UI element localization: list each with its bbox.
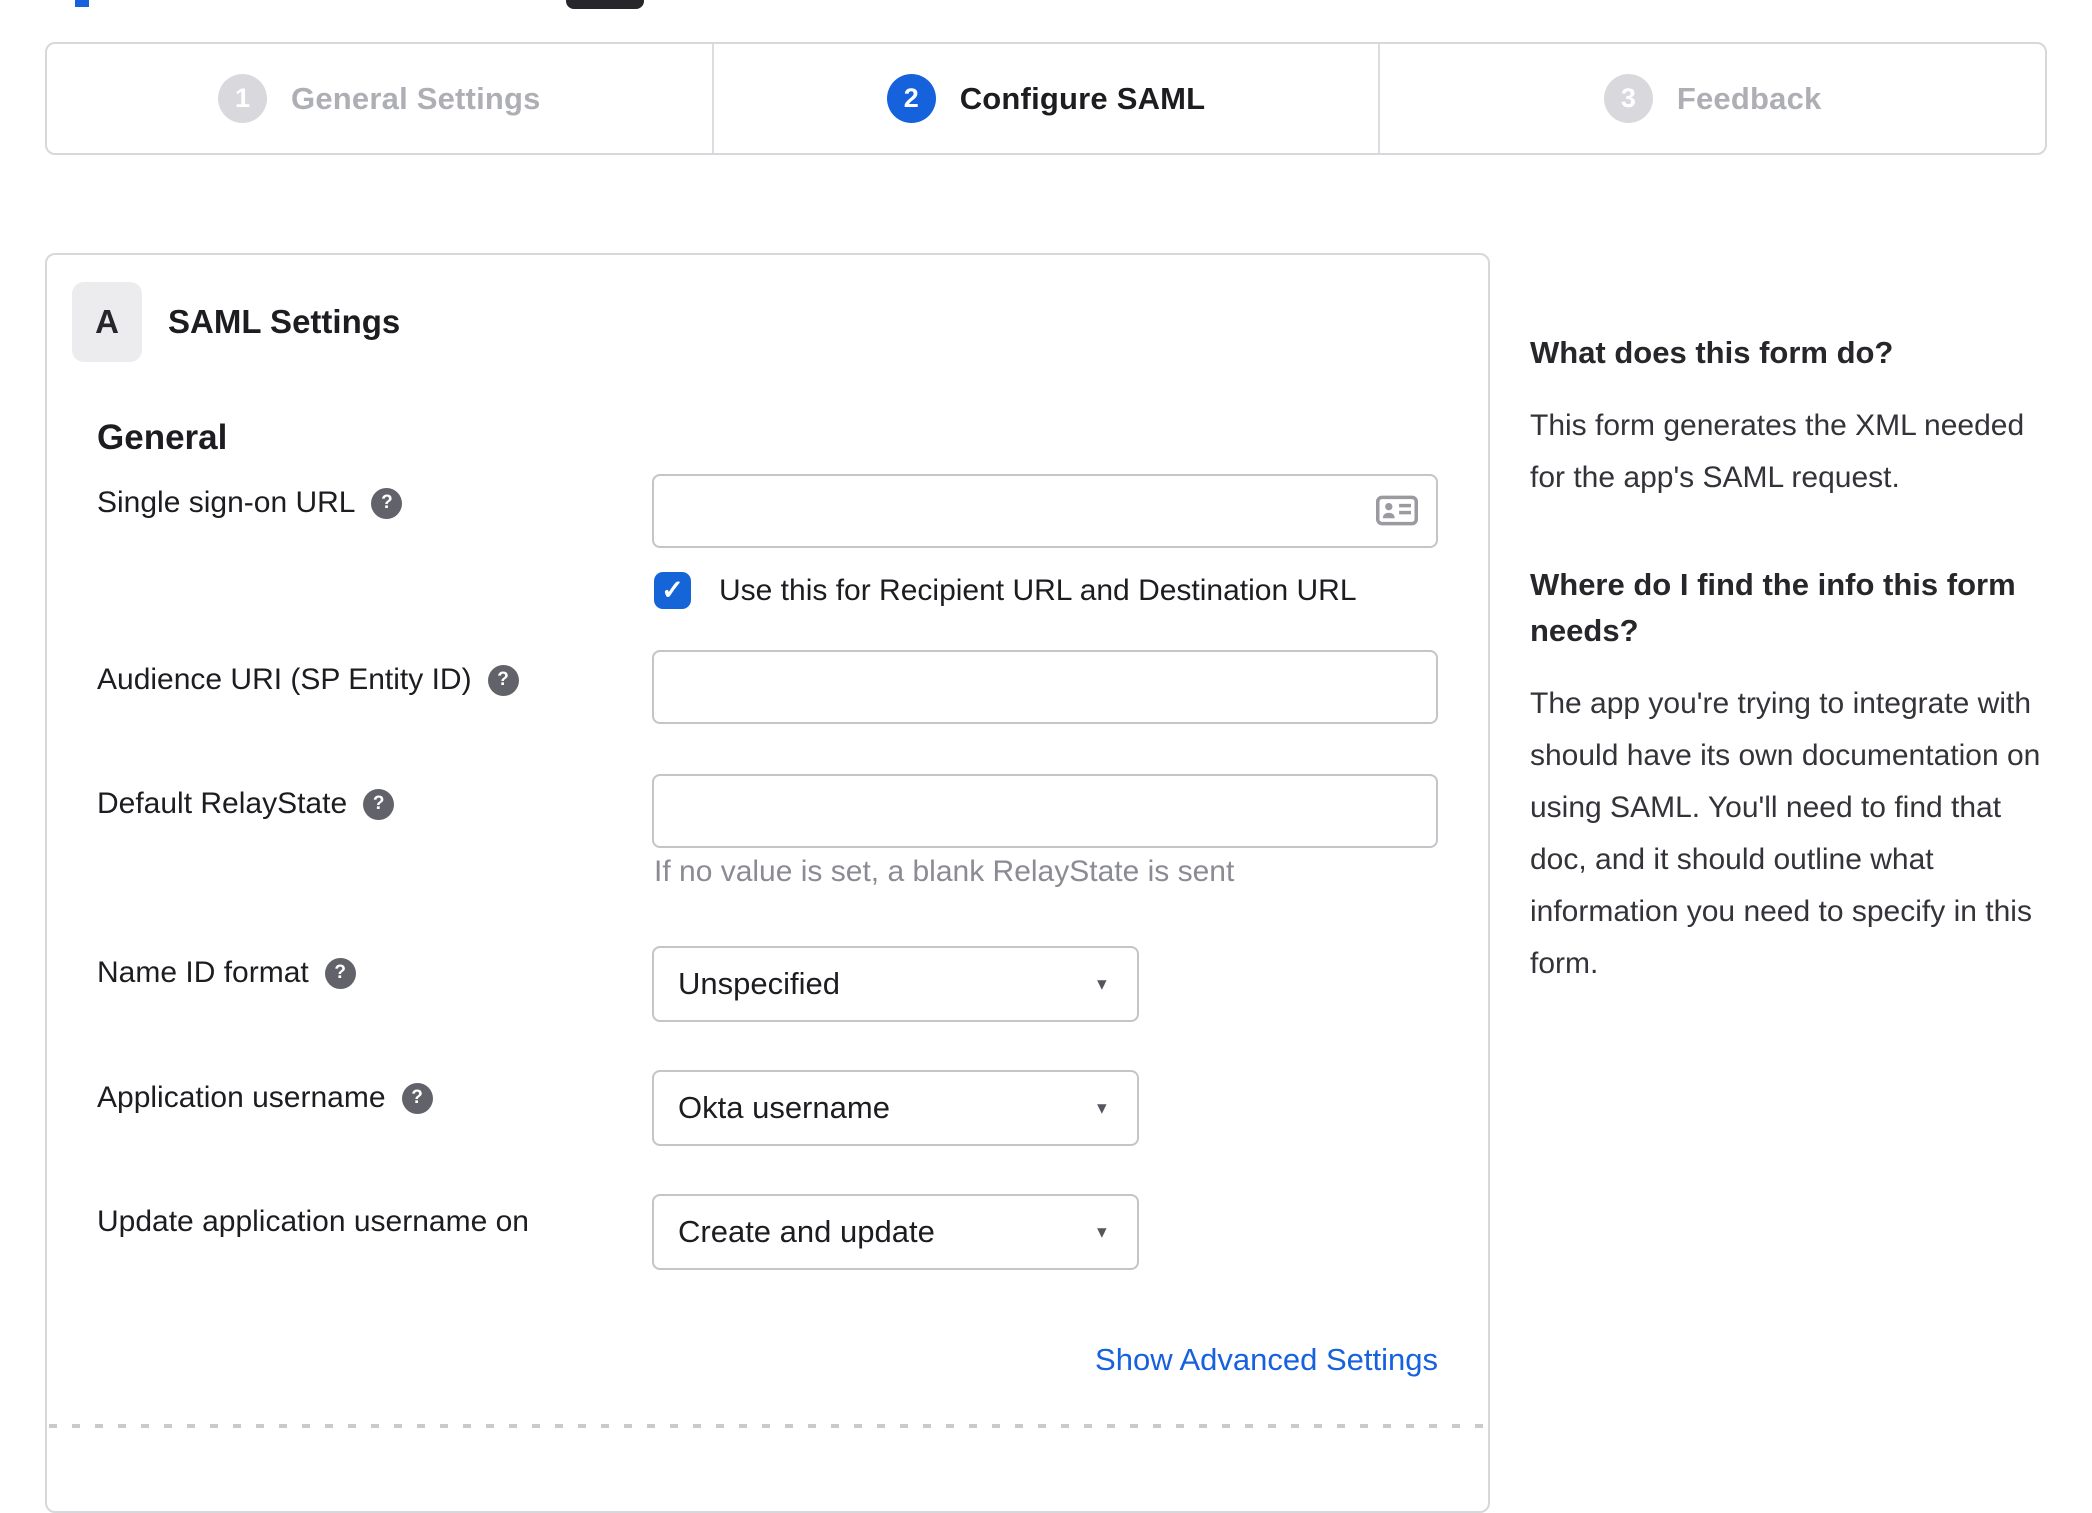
step-number-badge: 2 (886, 74, 936, 123)
update-app-username-select[interactable]: Create and update ▼ (652, 1194, 1139, 1270)
step-feedback[interactable]: 3 Feedback (1378, 44, 2045, 153)
name-id-format-label: Name ID format ? (97, 956, 356, 990)
step-configure-saml[interactable]: 2 Configure SAML (711, 44, 1379, 153)
general-group-title: General (97, 418, 228, 457)
update-app-username-label: Update application username on (97, 1205, 529, 1238)
help-icon[interactable]: ? (401, 1082, 433, 1114)
step-number-badge: 3 (1603, 74, 1653, 123)
help-icon[interactable]: ? (363, 788, 395, 820)
dropdown-arrow-icon: ▼ (1094, 1222, 1111, 1242)
wizard-stepper: 1 General Settings 2 Configure SAML 3 Fe… (45, 42, 2047, 155)
audience-uri-label: Audience URI (SP Entity ID) ? (97, 663, 519, 697)
help-icon[interactable]: ? (487, 664, 519, 696)
application-username-select[interactable]: Okta username ▼ (652, 1070, 1139, 1146)
help-sidebar: What does this form do? This form genera… (1530, 330, 2042, 1048)
recipient-url-checkbox-label: Use this for Recipient URL and Destinati… (719, 573, 1357, 607)
dropdown-arrow-icon: ▼ (1094, 974, 1111, 994)
saml-settings-card: A SAML Settings General Single sign-on U… (45, 253, 1490, 1513)
relaystate-hint: If no value is set, a blank RelayState i… (654, 855, 1235, 888)
selected-value: Unspecified (678, 966, 840, 1001)
section-title: SAML Settings (168, 303, 401, 340)
help-block-where: Where do I find the info this form needs… (1530, 562, 2042, 990)
dropdown-arrow-icon: ▼ (1094, 1098, 1111, 1118)
application-username-label: Application username ? (97, 1081, 433, 1115)
clipped-header-fragment-logo (566, 0, 644, 9)
single-sign-on-url-field (652, 474, 1438, 548)
help-body: The app you're trying to integrate with … (1530, 687, 2041, 980)
default-relaystate-input[interactable] (652, 774, 1438, 848)
name-id-format-select[interactable]: Unspecified ▼ (652, 946, 1139, 1022)
single-sign-on-url-label: Single sign-on URL ? (97, 486, 403, 520)
show-advanced-settings-link[interactable]: Show Advanced Settings (652, 1342, 1438, 1378)
help-heading: Where do I find the info this form needs… (1530, 567, 2016, 648)
recipient-url-checkbox[interactable]: ✓ (654, 572, 691, 609)
clipped-header-fragment-blue (75, 0, 89, 7)
help-icon[interactable]: ? (324, 957, 356, 989)
audience-uri-input[interactable] (652, 650, 1438, 724)
help-body: This form generates the XML needed for t… (1530, 409, 2025, 494)
step-general-settings[interactable]: 1 General Settings (47, 44, 712, 153)
single-sign-on-url-input[interactable] (652, 474, 1438, 548)
help-heading: What does this form do? (1530, 335, 1894, 370)
dashed-section-divider (49, 1424, 1486, 1428)
recipient-url-checkbox-row: ✓ Use this for Recipient URL and Destina… (654, 572, 1357, 609)
help-icon[interactable]: ? (371, 487, 403, 519)
step-number-badge: 1 (218, 74, 268, 123)
selected-value: Create and update (678, 1214, 935, 1249)
help-block-what: What does this form do? This form genera… (1530, 330, 2042, 504)
section-a-badge: A (72, 282, 142, 362)
selected-value: Okta username (678, 1090, 890, 1125)
default-relaystate-label: Default RelayState ? (97, 787, 395, 821)
